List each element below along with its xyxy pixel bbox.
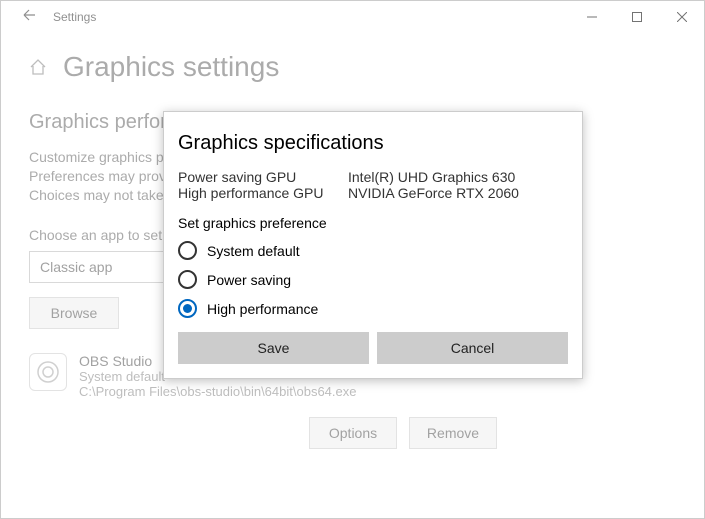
graphics-dialog: Graphics specifications Power saving GPU… <box>163 111 583 379</box>
radio-icon <box>178 270 197 289</box>
radio-icon <box>178 299 197 318</box>
dialog-title: Graphics specifications <box>178 132 568 155</box>
cancel-button[interactable]: Cancel <box>377 332 568 364</box>
radio-high-performance[interactable]: High performance <box>178 299 568 318</box>
radio-power-saving[interactable]: Power saving <box>178 270 568 289</box>
radio-icon <box>178 241 197 260</box>
save-button[interactable]: Save <box>178 332 369 364</box>
set-preference-label: Set graphics preference <box>178 215 568 231</box>
radio-system-default[interactable]: System default <box>178 241 568 260</box>
gpu-specs: Power saving GPUIntel(R) UHD Graphics 63… <box>178 169 568 201</box>
